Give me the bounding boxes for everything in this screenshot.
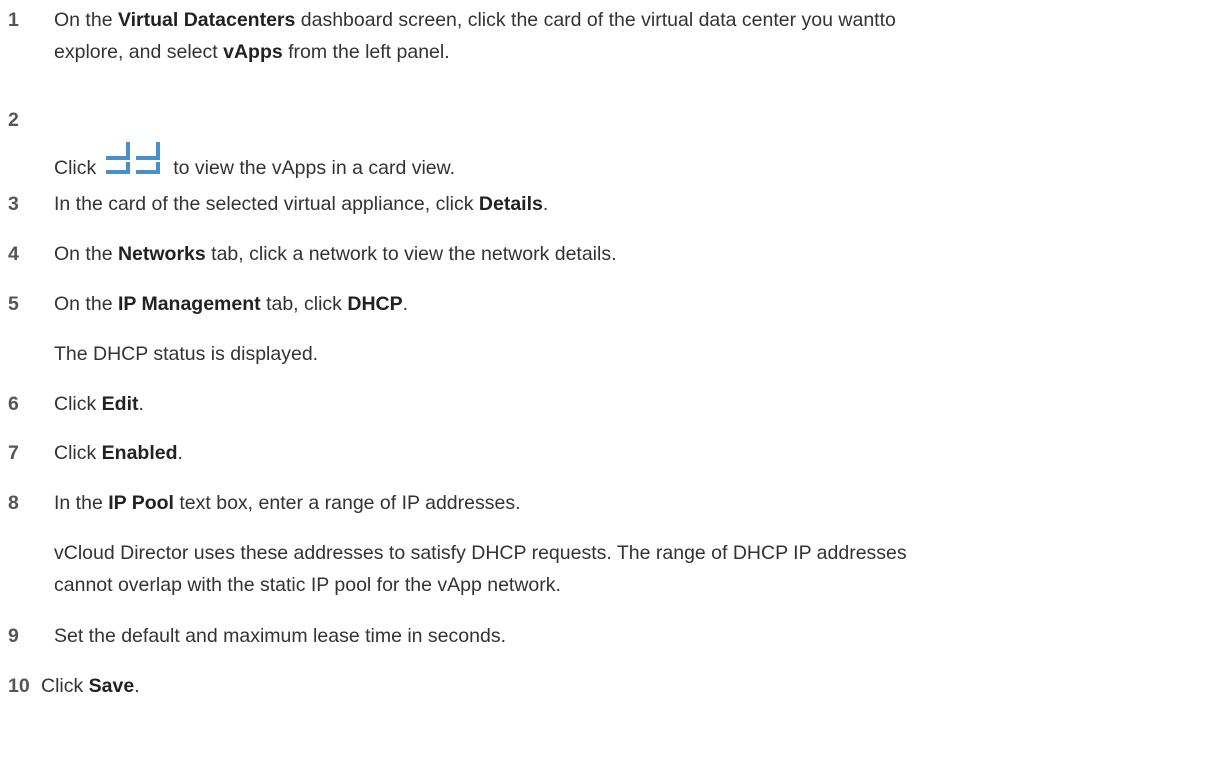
ui-term: Details (478, 193, 543, 215)
step-number: 5 (8, 293, 19, 315)
step-number: 4 (8, 243, 19, 265)
card-view-icon (102, 134, 170, 186)
ui-term: Edit (101, 393, 139, 415)
step-number: 6 (8, 393, 19, 415)
step-number: 1 (8, 9, 19, 31)
ui-term: Save (88, 675, 135, 697)
step-number: 10 (8, 675, 30, 697)
ui-term: Enabled (101, 442, 178, 464)
ui-term: IP Management (117, 293, 261, 315)
ui-term: Virtual Datacenters (117, 9, 296, 31)
step-5-note: The DHCP status is displayed. (54, 343, 319, 365)
step-2-text: Click to view the vApps in a card view. (54, 134, 1228, 186)
step-number: 8 (8, 492, 19, 514)
step-8-note: vCloud Director uses these addresses to … (54, 542, 907, 596)
step-number: 3 (8, 193, 19, 215)
step-text: On the Virtual Datacenters dashboard scr… (54, 9, 896, 63)
step-number: 2 (8, 109, 19, 131)
ui-term: Networks (117, 243, 206, 265)
step-number: 7 (8, 442, 19, 464)
ui-term: DHCP (347, 293, 403, 315)
ui-term: IP Pool (108, 492, 174, 514)
step-number: 9 (8, 625, 19, 647)
ui-term: vApps (223, 41, 283, 63)
